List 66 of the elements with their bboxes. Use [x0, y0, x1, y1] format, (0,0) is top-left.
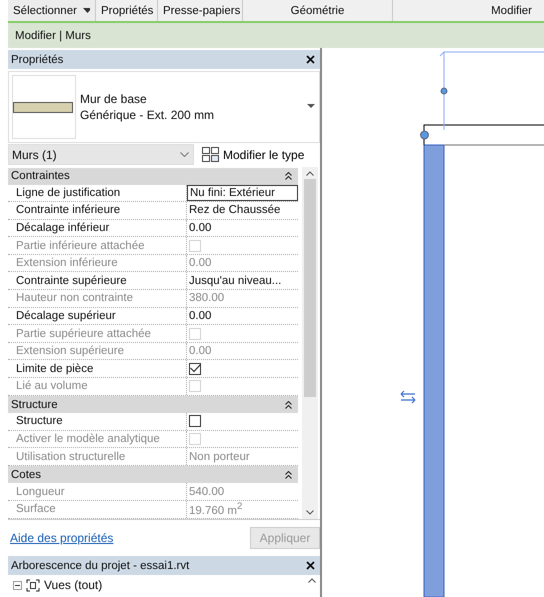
property-label: Lié au volume — [8, 378, 187, 395]
property-value: 540.00 — [189, 486, 224, 498]
checkbox[interactable] — [189, 415, 201, 428]
property-label: Décalage inférieur — [8, 220, 187, 236]
scrollbar[interactable] — [302, 167, 318, 519]
collapse-icon — [285, 400, 292, 409]
filter-dropdown[interactable]: Murs (1) — [8, 144, 194, 165]
property-label: Ligne de justification — [8, 184, 187, 202]
dropdown-arrow-icon — [82, 8, 90, 13]
property-value[interactable]: 0.00 — [189, 222, 212, 234]
property-label: Activer le modèle analytique — [8, 430, 187, 448]
panel-title: Arborescence du projet - essai1.rvt — [11, 560, 190, 572]
grip-handle[interactable] — [440, 88, 448, 94]
property-value[interactable]: 0.00 — [189, 310, 212, 322]
tree-item[interactable]: Vues (tout) — [44, 578, 102, 592]
flip-arrows-icon[interactable] — [400, 390, 416, 404]
edit-type-icon — [202, 147, 219, 162]
scroll-down-icon[interactable] — [306, 510, 314, 515]
property-label: Utilisation structurelle — [8, 448, 187, 465]
views-icon — [26, 578, 40, 592]
ribbon-panel-tab[interactable]: Propriétés — [96, 0, 158, 21]
wall-drawing[interactable] — [424, 124, 544, 597]
help-link[interactable]: Aide des propriétés — [8, 531, 114, 545]
property-value: 19.760 m$^{2}$ — [189, 501, 242, 518]
grip-handle[interactable] — [420, 130, 429, 140]
property-label: Contrainte supérieure — [8, 272, 187, 290]
property-label: Extension supérieure — [8, 342, 187, 360]
wall-type-preview — [12, 75, 76, 139]
property-value: Non porteur — [189, 450, 250, 463]
property-label: Longueur — [8, 483, 187, 500]
property-value: 380.00 — [189, 292, 224, 304]
section-header[interactable]: Structure — [8, 396, 298, 414]
property-label: Décalage supérieur — [8, 308, 187, 324]
expander-icon[interactable] — [13, 580, 22, 590]
type-family: Mur de base — [80, 92, 148, 106]
property-value[interactable]: Jusqu'au niveau... — [189, 274, 282, 287]
property-label: Extension inférieure — [8, 254, 187, 272]
chevron-down-icon — [180, 152, 189, 157]
property-label: Contrainte inférieure — [8, 202, 187, 219]
close-icon[interactable] — [306, 55, 315, 64]
ribbon-panel-tab[interactable]: Sélectionner — [8, 0, 96, 21]
section-header[interactable]: Contraintes — [8, 168, 298, 184]
checkbox[interactable] — [189, 362, 201, 375]
collapse-icon — [285, 172, 292, 180]
ribbon-panel-tab[interactable]: Presse-papiers — [158, 0, 243, 21]
section-header[interactable]: Cotes — [8, 466, 298, 484]
property-value[interactable]: Rez de Chaussée — [189, 204, 280, 216]
panel-title: Propriétés — [11, 54, 64, 66]
close-icon[interactable] — [306, 561, 315, 570]
property-label: Limite de pièce — [8, 360, 187, 378]
property-label: Hauteur non contrainte — [8, 290, 187, 307]
context-title: Modifier | Murs — [15, 30, 91, 42]
property-label: Partie supérieure attachée — [8, 325, 187, 342]
collapse-icon — [285, 470, 292, 479]
scroll-up-icon[interactable] — [308, 578, 316, 583]
property-value: 0.00 — [189, 257, 212, 270]
property-label: Surface — [8, 501, 187, 518]
ribbon-panel-tab[interactable]: Modifier — [393, 0, 544, 21]
scroll-up-icon[interactable] — [306, 171, 314, 176]
dropdown-arrow-icon — [307, 104, 315, 108]
property-label: Structure — [8, 413, 187, 430]
ribbon-panel-tab[interactable]: Géométrie — [243, 0, 393, 21]
property-label: Partie inférieure attachée — [8, 237, 187, 254]
type-selector[interactable]: Mur de base Générique - Ext. 200 mm — [8, 71, 320, 143]
property-value: 0.00 — [189, 345, 212, 358]
type-name: Générique - Ext. 200 mm — [80, 108, 214, 122]
